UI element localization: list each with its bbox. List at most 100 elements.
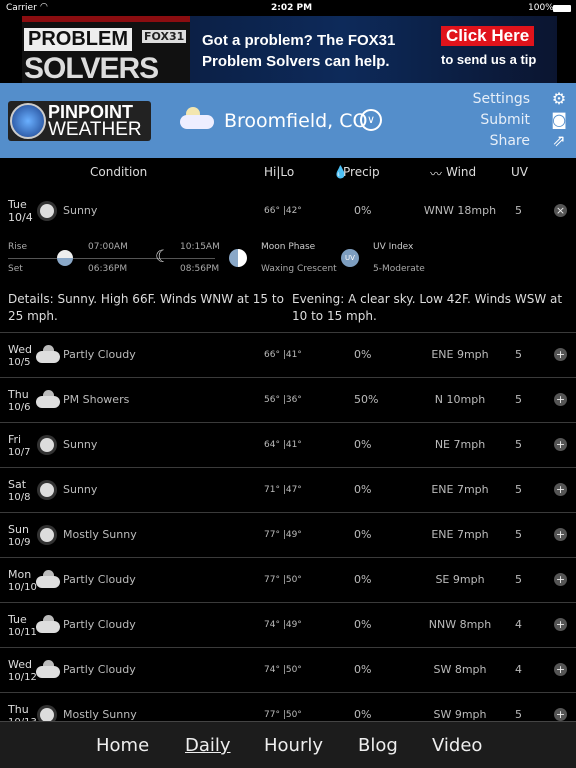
settings-link[interactable]: Settings bbox=[473, 91, 530, 107]
expand-plus-icon[interactable]: + bbox=[554, 573, 567, 586]
moon-icon: ☾ bbox=[155, 247, 171, 267]
expand-plus-icon[interactable]: + bbox=[554, 663, 567, 676]
day-label: Sat 10/8 bbox=[8, 478, 31, 503]
hi-lo: 66° |42° bbox=[264, 206, 302, 216]
uv: 5 bbox=[515, 348, 522, 361]
hi-lo: 74° |50° bbox=[264, 665, 302, 675]
hi-lo: 74° |49° bbox=[264, 620, 302, 630]
col-hilo: Hi|Lo bbox=[264, 165, 295, 179]
forecast-row[interactable]: Thu 10/6 PM Showers 56° |36° 50% N 10mph 5 + bbox=[0, 378, 576, 423]
forecast-row[interactable]: Mon 10/10 Partly Cloudy 77° |50° 0% SE 9mph 5 + bbox=[0, 558, 576, 603]
forecast-row[interactable]: Wed 10/5 Partly Cloudy 66° |41° 0% ENE 9mph 5 + bbox=[0, 333, 576, 378]
submit-link[interactable]: Submit bbox=[480, 112, 530, 128]
clock: 2:02 PM bbox=[271, 3, 313, 13]
precip: 0% bbox=[354, 573, 372, 586]
expand-plus-icon[interactable]: + bbox=[554, 708, 567, 721]
condition: Sunny bbox=[63, 204, 98, 217]
expand-plus-icon[interactable]: + bbox=[554, 528, 567, 541]
partly-cloudy-icon bbox=[36, 345, 60, 363]
ad-brand: FOX31 bbox=[142, 30, 187, 43]
day-label: Mon 10/10 bbox=[8, 568, 37, 593]
hi-lo: 56° |36° bbox=[264, 395, 302, 405]
camera-icon[interactable]: ◙ bbox=[550, 110, 568, 129]
nav-video[interactable]: Video bbox=[432, 735, 482, 756]
set-label: Set bbox=[8, 264, 23, 274]
hi-lo: 66° |41° bbox=[264, 350, 302, 360]
precip: 0% bbox=[354, 618, 372, 631]
ad-cta-sub: to send us a tip bbox=[441, 52, 537, 67]
uv: 5 bbox=[515, 204, 522, 217]
forecast-row[interactable]: Sun 10/9 Mostly Sunny 77° |49° 0% ENE 7mph 5 + bbox=[0, 513, 576, 558]
moon-phase-icon bbox=[229, 249, 247, 267]
horizon-line bbox=[8, 258, 215, 259]
hi-lo: 64° |41° bbox=[264, 440, 302, 450]
col-precip: Precip bbox=[343, 165, 380, 179]
evening-details: Evening: A clear sky. Low 42F. Winds WSW… bbox=[292, 292, 563, 323]
day-label: Tue 10/4 bbox=[8, 198, 33, 224]
ad-logo: PROBLEM FOX31 SOLVERS bbox=[22, 16, 190, 83]
battery-percent: 100% bbox=[528, 3, 554, 13]
location-selector[interactable]: Broomfield, CO bbox=[224, 110, 367, 132]
uv: 4 bbox=[515, 618, 522, 631]
wind: ENE 9mph bbox=[431, 348, 489, 361]
precip: 50% bbox=[354, 393, 379, 406]
expand-plus-icon[interactable]: + bbox=[554, 393, 567, 406]
precip: 0% bbox=[354, 348, 372, 361]
uv-index-label: UV Index bbox=[373, 242, 414, 252]
uv: 5 bbox=[515, 393, 522, 406]
hi-lo: 77° |49° bbox=[264, 530, 302, 540]
day-label: Wed 10/5 bbox=[8, 343, 32, 368]
condition: Mostly Sunny bbox=[63, 528, 137, 541]
uv-index-value: 5-Moderate bbox=[373, 264, 425, 274]
rise-label: Rise bbox=[8, 242, 27, 252]
sunrise-time: 07:00AM bbox=[88, 242, 128, 252]
forecast-row[interactable]: Tue 10/11 Partly Cloudy 74° |49° 0% NNW 8mph 4… bbox=[0, 603, 576, 648]
chevron-down-icon[interactable]: ∨ bbox=[360, 109, 382, 131]
radar-globe-icon bbox=[10, 103, 46, 139]
day-label: Wed 10/12 bbox=[8, 658, 37, 683]
condition: Mostly Sunny bbox=[63, 708, 137, 721]
today-row-expanded[interactable]: Tue 10/4 Sunny 66° |42° 0% WNW 18mph 5 × … bbox=[0, 187, 576, 333]
condition: Partly Cloudy bbox=[63, 348, 136, 361]
battery-icon bbox=[553, 5, 571, 12]
expand-plus-icon[interactable]: + bbox=[554, 618, 567, 631]
wind: NNW 8mph bbox=[428, 618, 492, 631]
wind: SE 9mph bbox=[435, 573, 485, 586]
sun-icon bbox=[40, 483, 54, 497]
expand-plus-icon[interactable]: + bbox=[554, 438, 567, 451]
hi-lo: 77° |50° bbox=[264, 575, 302, 585]
status-bar: Carrier ◠ 2:02 PM 100% bbox=[0, 0, 576, 16]
nav-blog[interactable]: Blog bbox=[358, 735, 398, 756]
expand-plus-icon[interactable]: + bbox=[554, 483, 567, 496]
uv: 5 bbox=[515, 708, 522, 721]
nav-hourly[interactable]: Hourly bbox=[264, 735, 323, 756]
wind: N 10mph bbox=[434, 393, 486, 406]
share-link[interactable]: Share bbox=[490, 133, 530, 149]
uv: 5 bbox=[515, 438, 522, 451]
wind: SW 8mph bbox=[433, 663, 487, 676]
wind: NE 7mph bbox=[434, 438, 486, 451]
precip: 0% bbox=[354, 528, 372, 541]
forecast-row[interactable]: Wed 10/12 Partly Cloudy 74° |50° 0% SW 8mph 4 + bbox=[0, 648, 576, 693]
gear-icon[interactable]: ⚙ bbox=[550, 89, 568, 108]
forecast-row[interactable]: Sat 10/8 Sunny 71° |47° 0% ENE 7mph 5 + bbox=[0, 468, 576, 513]
wind: ENE 7mph bbox=[431, 483, 489, 496]
ad-banner[interactable]: PROBLEM FOX31 SOLVERS Got a problem? The… bbox=[22, 16, 557, 83]
sun-icon bbox=[40, 708, 54, 722]
expand-plus-icon[interactable]: + bbox=[554, 348, 567, 361]
nav-home[interactable]: Home bbox=[96, 735, 149, 756]
day-label: Thu 10/6 bbox=[8, 388, 31, 413]
share-icon[interactable]: ⇗ bbox=[550, 131, 568, 150]
wifi-icon: ◠ bbox=[40, 2, 48, 12]
hi-lo: 71° |47° bbox=[264, 485, 302, 495]
ad-click-button[interactable]: Click Here bbox=[441, 26, 535, 46]
collapse-close-icon[interactable]: × bbox=[554, 204, 567, 217]
nav-daily[interactable]: Daily bbox=[185, 735, 231, 756]
forecast-row[interactable]: Fri 10/7 Sunny 64° |41° 0% NE 7mph 5 + bbox=[0, 423, 576, 468]
wind-icon: 〰 bbox=[430, 167, 443, 181]
uv-index-icon: UV bbox=[341, 249, 359, 267]
condition: Partly Cloudy bbox=[63, 618, 136, 631]
partly-cloudy-icon bbox=[36, 615, 60, 633]
app-header: PINPOINT WEATHER Broomfield, CO ∨ Settin… bbox=[0, 83, 576, 158]
precip: 0% bbox=[354, 708, 372, 721]
